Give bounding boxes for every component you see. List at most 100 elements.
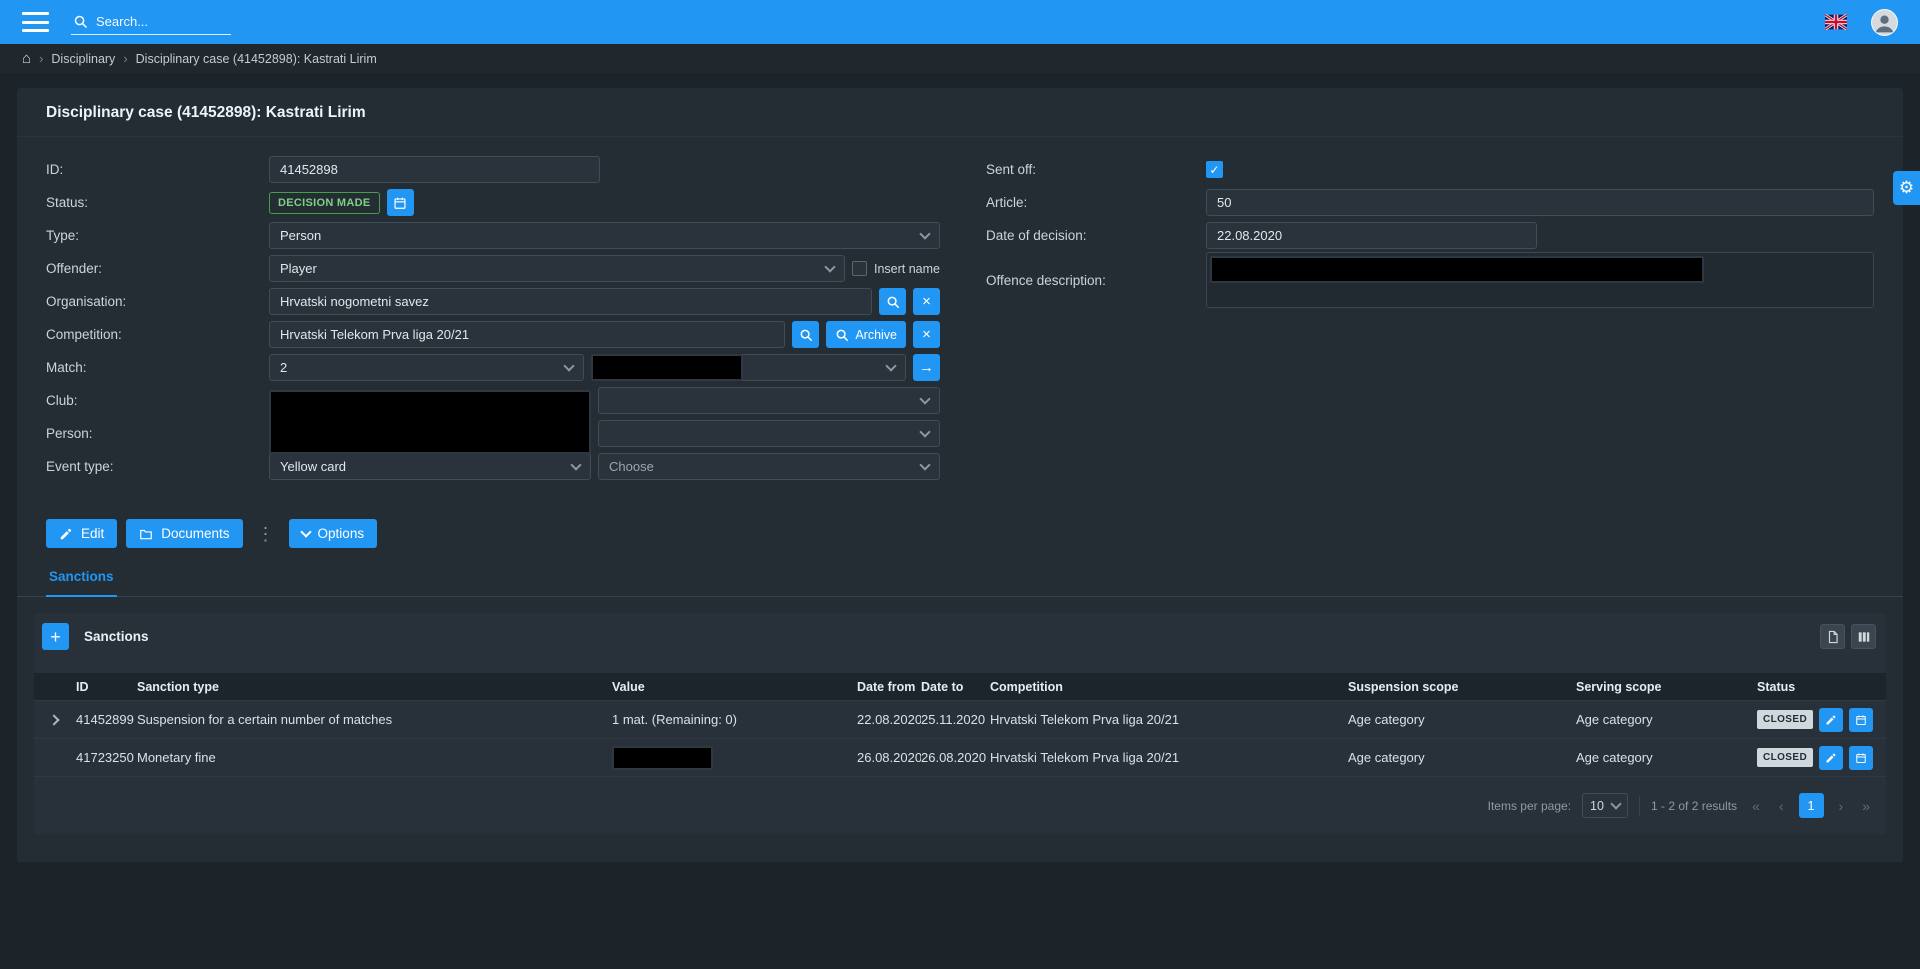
pencil-icon [1825,714,1837,726]
form-row-organisation: Organisation: × [46,285,940,318]
user-avatar[interactable] [1871,9,1898,36]
match-select[interactable]: 2 [269,354,584,381]
form-column-left: ID: Status: DECISION MADE Type: [46,153,940,483]
event-type-select-value: Yellow card [280,459,346,474]
form-row-sent-off: Sent off: ✓ [986,153,1874,186]
col-date-from: Date from [857,680,921,694]
search-icon [73,14,88,29]
offender-select[interactable]: Player [269,255,845,282]
settings-fab-button[interactable]: ⚙ [1893,171,1920,205]
documents-button[interactable]: Documents [126,519,242,548]
options-button[interactable]: Options [289,519,378,548]
options-button-label: Options [318,526,365,541]
organisation-input[interactable] [269,288,872,315]
status-closed-badge: CLOSED [1757,710,1813,729]
sent-off-checkbox[interactable]: ✓ [1206,161,1223,178]
tab-sanctions[interactable]: Sanctions [46,558,117,597]
offender-select-value: Player [280,261,317,276]
chevron-down-icon [919,459,930,470]
items-per-page-select[interactable]: 10 [1582,793,1628,818]
case-panel: Disciplinary case (41452898): Kastrati L… [17,88,1903,862]
form-row-event-type: Event type: Yellow card Choose [46,450,940,483]
search-input[interactable] [96,14,216,29]
redacted-offence-description [1210,256,1704,283]
insert-name-label: Insert name [874,262,940,276]
home-icon[interactable]: ⌂ [22,51,31,66]
pagination-next-button[interactable]: › [1835,798,1848,814]
chevron-down-icon [885,360,896,371]
form-row-article: Article: [986,186,1874,219]
arrow-right-icon: → [919,360,934,375]
sanctions-table-header: ID Sanction type Value Date from Date to… [34,673,1886,701]
organisation-label: Organisation: [46,294,269,309]
plus-icon: + [50,628,61,646]
organisation-clear-button[interactable]: × [913,288,940,315]
pagination-prev-button[interactable]: ‹ [1775,798,1788,814]
insert-name-checkbox[interactable] [852,261,867,276]
columns-settings-button[interactable] [1851,624,1876,649]
calendar-icon [393,196,407,210]
edit-sanction-button[interactable] [1819,746,1843,770]
col-date-to: Date to [921,680,990,694]
menu-button[interactable] [22,12,49,32]
sanction-calendar-button[interactable] [1849,746,1873,770]
items-per-page-label: Items per page: [1488,799,1571,813]
type-select[interactable]: Person [269,222,940,249]
status-history-button[interactable] [387,189,414,216]
organisation-search-button[interactable] [879,288,906,315]
add-sanction-button[interactable]: + [42,623,69,650]
col-sanction-type: Sanction type [137,680,612,694]
match-detail-select[interactable] [591,354,906,381]
expand-row-icon[interactable] [48,714,59,725]
export-button[interactable] [1820,624,1845,649]
more-actions-icon[interactable]: ⋮ [252,525,280,543]
pagination-page-1[interactable]: 1 [1799,793,1824,818]
close-icon: × [922,294,931,309]
edit-button[interactable]: Edit [46,519,117,548]
chevron-down-icon [1610,798,1621,809]
status-badge: DECISION MADE [269,192,380,214]
chevron-down-icon [919,426,930,437]
competition-clear-button[interactable]: × [913,321,940,348]
cell-status: CLOSED [1757,708,1886,732]
date-of-decision-input[interactable] [1206,222,1537,249]
language-flag-uk[interactable] [1825,14,1847,30]
event-type-secondary-select[interactable]: Choose [598,453,940,480]
person-secondary-select[interactable] [598,420,940,447]
sanction-calendar-button[interactable] [1849,708,1873,732]
id-input[interactable] [269,156,600,183]
folder-icon [139,527,153,541]
cell-date-from: 26.08.2020 [857,750,921,765]
cell-date-to: 26.08.2020 [921,750,990,765]
pagination-first-button[interactable]: « [1748,798,1764,814]
club-secondary-select[interactable] [598,387,940,414]
offence-description-label: Offence description: [986,252,1206,288]
redacted-match-value [591,354,743,381]
event-type-select[interactable]: Yellow card [269,453,591,480]
breadcrumb-item-case[interactable]: Disciplinary case (41452898): Kastrati L… [136,52,377,66]
event-type-secondary-select-value: Choose [609,459,654,474]
competition-input[interactable] [269,321,785,348]
competition-label: Competition: [46,327,269,342]
person-label: Person: [46,426,269,441]
pagination-last-button[interactable]: » [1858,798,1874,814]
competition-search-button[interactable] [792,321,819,348]
form-row-competition: Competition: Archive × [46,318,940,351]
gear-icon: ⚙ [1899,178,1914,198]
sent-off-label: Sent off: [986,162,1206,177]
go-to-match-button[interactable]: → [913,354,940,381]
chevron-down-icon [300,526,311,537]
pencil-icon [1825,752,1837,764]
archive-search-button[interactable]: Archive [826,321,906,348]
offence-description-textarea[interactable] [1206,252,1874,308]
form-row-id: ID: [46,153,940,186]
cell-competition: Hrvatski Telekom Prva liga 20/21 [990,712,1348,727]
breadcrumb-separator-icon: › [39,51,43,66]
form-row-date-of-decision: Date of decision: [986,219,1874,252]
breadcrumb-item-disciplinary[interactable]: Disciplinary [51,52,115,66]
footer-divider [1639,796,1640,816]
form-column-right: Sent off: ✓ Article: Date of decision: [986,153,1874,483]
article-input[interactable] [1206,189,1874,216]
file-export-icon [1826,630,1840,644]
edit-sanction-button[interactable] [1819,708,1843,732]
